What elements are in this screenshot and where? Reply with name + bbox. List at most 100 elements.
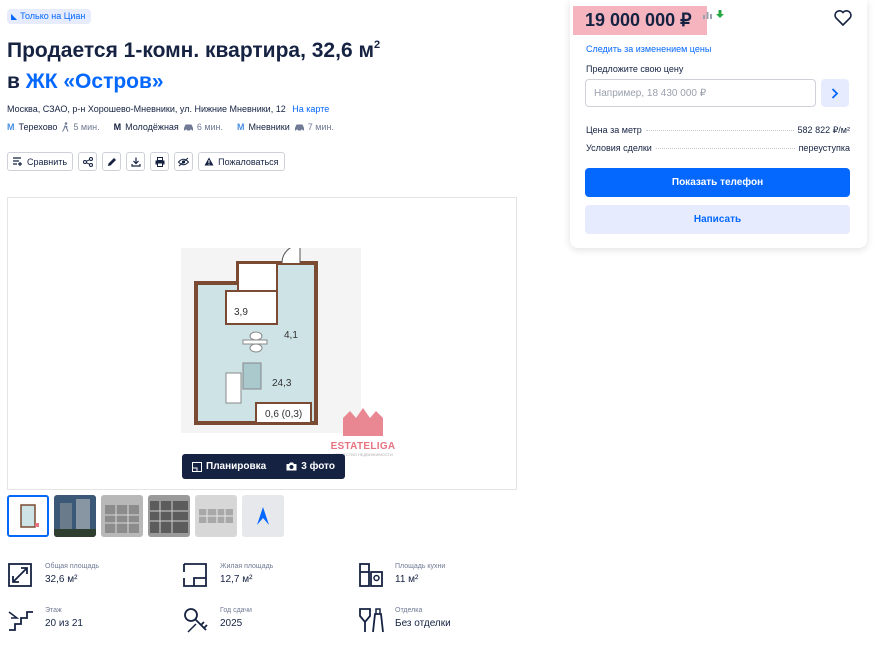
fact-item: Общая площадь 32,6 м² [7, 562, 182, 590]
favorite-heart-icon[interactable] [834, 10, 852, 26]
metro-time: 6 мин. [183, 122, 223, 132]
fact-label: Общая площадь [45, 563, 100, 570]
fact-item: Этаж 20 из 21 [7, 606, 182, 634]
plan-label-balcony: 0,6 (0,3) [265, 409, 302, 420]
thumbnail-strip [7, 495, 284, 537]
write-message-button[interactable]: Написать [585, 205, 850, 234]
cian-logo-icon: ◣ [11, 12, 18, 21]
price: 19 000 000 ₽ [585, 10, 692, 30]
walk-icon [62, 122, 69, 132]
thumbnail-photo[interactable] [54, 495, 96, 537]
metro-item[interactable]: M Молодёжная 6 мин. [114, 122, 223, 132]
hide-button[interactable] [174, 152, 194, 171]
thumbnail-photo[interactable] [195, 495, 237, 537]
fact-item: Жилая площадь 12,7 м² [182, 562, 357, 590]
warning-icon [204, 157, 214, 166]
fact-item: Год сдачи 2025 [182, 606, 357, 634]
follow-price-link[interactable]: Следить за изменением цены [586, 44, 711, 54]
metro-time-text: 5 мин. [73, 122, 100, 132]
title-line1: Продается 1-комн. квартира, 32,6 м [7, 39, 374, 62]
pencil-icon [107, 157, 116, 166]
download-button[interactable] [126, 152, 146, 171]
floor-plan-image: 3,9 4,1 24,3 0,6 (0,3) [181, 244, 361, 433]
floor-plan: 3,9 4,1 24,3 0,6 (0,3) [194, 244, 318, 425]
fact-value: 11 м² [395, 574, 419, 585]
tab-plan[interactable]: Планировка [182, 461, 276, 472]
download-icon [131, 157, 141, 167]
metro-name: Мневники [248, 122, 290, 132]
offer-submit-button[interactable] [821, 79, 849, 107]
living-area-icon [183, 563, 207, 587]
price-card: 19 000 000 ₽ Следить за изменением цены … [570, 0, 867, 248]
thumbnail-map[interactable] [242, 495, 284, 537]
metro-time: 7 мин. [294, 122, 334, 132]
fact-value: Без отделки [395, 618, 451, 629]
gallery[interactable]: 3,9 4,1 24,3 0,6 (0,3) ESTATELIGA АГЕНТС… [7, 197, 517, 490]
price-down-icon [715, 10, 724, 18]
plan-icon [192, 461, 202, 472]
edit-button[interactable] [102, 152, 122, 171]
paint-icon [359, 608, 384, 633]
fact-item: Отделка Без отделки [357, 606, 532, 634]
share-button[interactable] [78, 152, 98, 171]
price-per-meter-label: Цена за метр [586, 125, 642, 135]
thumbnail-plan[interactable] [7, 495, 49, 537]
deal-terms-value: переуступка [798, 143, 850, 153]
metro-name: Молодёжная [125, 122, 179, 132]
exclusive-badge: ◣ Только на Циан [7, 9, 92, 24]
dotted-leader [645, 130, 794, 131]
fact-value: 12,7 м² [220, 574, 253, 585]
metro-list: M Терехово 5 мин. M Молодёжная 6 мин. M … [7, 122, 334, 132]
show-phone-button[interactable]: Показать телефон [585, 168, 850, 197]
on-map-link[interactable]: На карте [292, 104, 329, 114]
page-title: Продается 1-комн. квартира, 32,6 м2 в ЖК… [7, 30, 487, 97]
camera-icon [286, 462, 297, 471]
complain-button[interactable]: Пожаловаться [198, 152, 285, 171]
offer-label: Предложите свою цену [586, 64, 684, 74]
metro-item[interactable]: M Мневники 7 мин. [237, 122, 334, 132]
metro-icon: M [113, 122, 122, 132]
thumbnail-photo[interactable] [101, 495, 143, 537]
fact-item: Площадь кухни 11 м² [357, 562, 532, 590]
print-button[interactable] [150, 152, 170, 171]
metro-icon: M [237, 122, 245, 132]
tab-photos[interactable]: 3 фото [276, 461, 345, 472]
price-history[interactable] [703, 10, 724, 21]
deal-terms-row: Условия сделки переуступка [586, 143, 850, 153]
kitchen-icon [359, 563, 383, 587]
plan-label-bath: 3,9 [234, 307, 248, 318]
thumbnail-photo[interactable] [148, 495, 190, 537]
fact-label: Жилая площадь [220, 563, 274, 570]
tab-plan-label: Планировка [206, 461, 267, 472]
compare-icon [13, 157, 22, 166]
fact-value: 32,6 м² [45, 574, 78, 585]
chevron-right-icon [831, 87, 839, 99]
actions-bar: Сравнить Пожаловаться [7, 152, 285, 171]
share-icon [82, 156, 93, 167]
fact-value: 2025 [220, 618, 243, 629]
deal-terms-label: Условия сделки [586, 143, 652, 153]
compare-label: Сравнить [27, 156, 68, 167]
offer-price-input[interactable] [585, 79, 816, 107]
metro-name: Терехово [18, 122, 58, 132]
facts-grid: Общая площадь 32,6 м² Жилая площадь 12,7 м… [7, 562, 532, 634]
watermark-logo-icon [343, 408, 383, 436]
key-icon [184, 608, 208, 633]
fact-label: Этаж [45, 607, 62, 614]
metro-item[interactable]: M Терехово 5 мин. [7, 122, 100, 132]
metro-time-text: 7 мин. [307, 122, 334, 132]
gallery-tabs: Планировка 3 фото [182, 454, 345, 479]
metro-time: 5 мин. [61, 122, 100, 132]
watermark: ESTATELIGA АГЕНТСТВО НЕДВИЖИМОСТИ [328, 408, 398, 457]
car-icon [183, 124, 193, 131]
price-per-meter-row: Цена за метр 582 822 ₽/м² [586, 125, 850, 136]
complex-link[interactable]: ЖК «Остров» [26, 70, 164, 93]
metro-time-text: 6 мин. [196, 122, 224, 132]
car-icon [294, 124, 304, 131]
plan-label-room: 24,3 [272, 378, 292, 389]
compare-button[interactable]: Сравнить [7, 152, 74, 171]
fact-label: Отделка [395, 607, 423, 614]
exclusive-badge-label: Только на Циан [20, 11, 86, 21]
address-text: Москва, СЗАО, р-н Хорошево-Мневники, ул.… [7, 104, 286, 114]
tab-photos-label: 3 фото [301, 461, 335, 472]
